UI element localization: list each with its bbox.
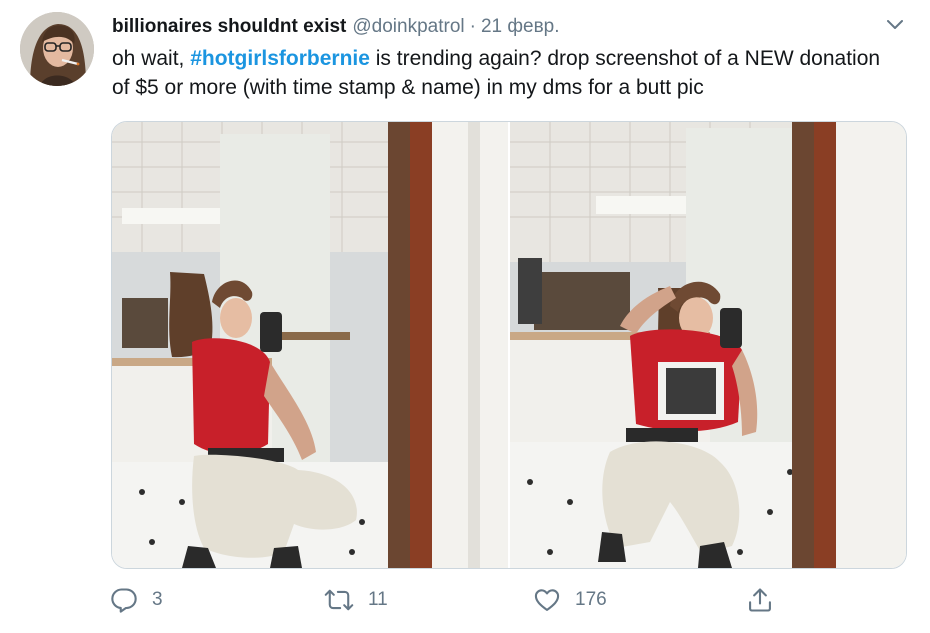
retweet-button[interactable]: 11 — [324, 582, 388, 618]
like-button[interactable]: 176 — [533, 582, 607, 618]
avatar[interactable] — [20, 12, 94, 86]
tweet-photo-2[interactable] — [510, 122, 906, 568]
tweet-text-before: oh wait, — [112, 47, 191, 70]
heart-icon — [533, 586, 561, 614]
author-handle[interactable]: @doinkpatrol — [352, 16, 464, 38]
share-button[interactable] — [746, 582, 774, 618]
tweet-date[interactable]: 21 февр. — [481, 16, 560, 38]
hashtag-link[interactable]: #hotgirlsforbernie — [190, 47, 370, 70]
tweet-text: oh wait, #hotgirlsforbernie is trending … — [112, 44, 902, 102]
separator-dot: · — [469, 16, 476, 37]
retweet-count: 11 — [368, 589, 388, 610]
author-display-name[interactable]: billionaires shouldnt exist — [112, 16, 346, 38]
retweet-icon — [324, 586, 354, 614]
media-grid — [111, 121, 907, 569]
chevron-down-icon[interactable] — [884, 14, 906, 36]
reply-icon — [110, 586, 138, 614]
tweet-photo-1[interactable] — [112, 122, 508, 568]
tweet[interactable]: billionaires shouldnt exist @doinkpatrol… — [0, 0, 930, 633]
reply-count: 3 — [152, 589, 163, 610]
share-icon — [746, 586, 774, 614]
like-count: 176 — [575, 589, 607, 610]
reply-button[interactable]: 3 — [110, 582, 163, 618]
tweet-actions: 3 11 176 — [0, 582, 930, 622]
tweet-header: billionaires shouldnt exist @doinkpatrol… — [112, 14, 560, 40]
